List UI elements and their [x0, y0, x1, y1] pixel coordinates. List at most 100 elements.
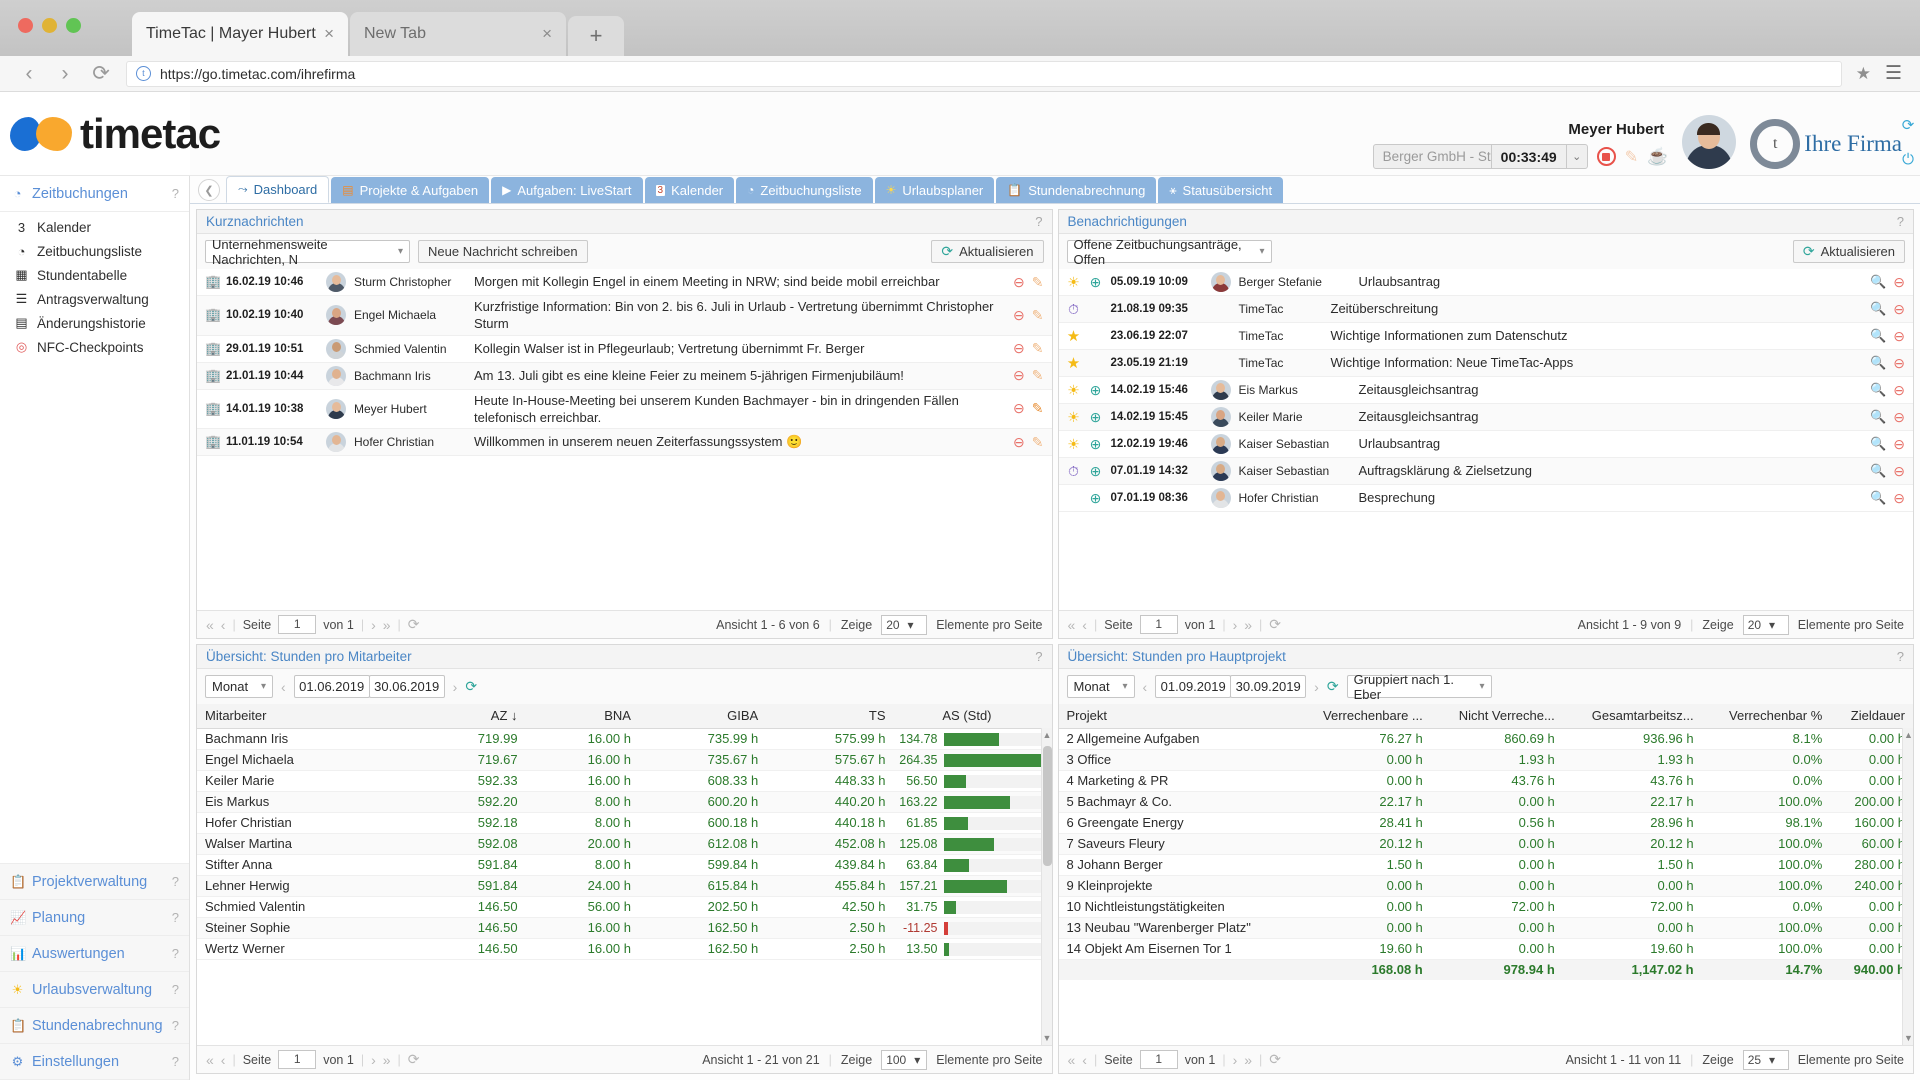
edit-icon[interactable]: ✎ — [1032, 434, 1044, 451]
list-item[interactable]: ★ 23.06.19 22:07 TimeTac Wichtige Inform… — [1058, 323, 1913, 350]
prev-page-icon[interactable]: ‹ — [1082, 1052, 1087, 1068]
chevron-down-icon[interactable]: ⌄ — [1565, 145, 1587, 168]
tab-dashboard[interactable]: ⤳ Dashboard — [226, 176, 330, 203]
per-page-select[interactable]: 100 ▾ — [881, 1049, 928, 1070]
first-page-icon[interactable]: « — [1068, 617, 1076, 633]
avatar[interactable] — [1682, 115, 1737, 169]
col-verrechenbare[interactable]: Verrechenbare ... — [1294, 704, 1431, 729]
list-item[interactable]: ☀ ⊕ 05.09.19 10:09 Berger Stefanie Urlau… — [1058, 269, 1913, 296]
col-projekt[interactable]: Projekt — [1058, 704, 1295, 729]
delete-icon[interactable]: ⊖ — [1893, 274, 1905, 291]
edit-timer-icon[interactable]: ✎ — [1625, 147, 1638, 167]
help-icon[interactable]: ? — [172, 910, 179, 925]
prev-page-icon[interactable]: ‹ — [221, 1052, 226, 1068]
list-item[interactable]: ☀ ⊕ 12.02.19 19:46 Kaiser Sebastian Urla… — [1058, 431, 1913, 458]
new-tab-button[interactable]: + — [568, 16, 624, 56]
last-page-icon[interactable]: » — [1244, 1052, 1252, 1068]
refresh-messages-button[interactable]: ⟳ Aktualisieren — [931, 240, 1044, 263]
delete-icon[interactable]: ⊖ — [1893, 463, 1905, 480]
next-period-icon[interactable]: › — [1314, 679, 1319, 695]
help-icon[interactable]: ? — [172, 1018, 179, 1033]
collapse-sidebar-button[interactable]: ❮ — [198, 179, 220, 201]
sidebar-item-zeitbuchungsliste[interactable]: ◔ Zeitbuchungsliste — [0, 239, 189, 263]
search-icon[interactable]: 🔍 — [1870, 355, 1886, 372]
forward-icon[interactable]: › — [54, 62, 76, 86]
table-row[interactable]: 8 Johann Berger 1.50 h 0.00 h 1.50 h 100.0% 2… — [1058, 854, 1913, 876]
col-gesamtarbeitszeit[interactable]: Gesamtarbeitsz... — [1562, 704, 1702, 729]
refresh-icon[interactable]: ⟳ — [1902, 116, 1915, 134]
table-row[interactable]: Walser Martina 592.08 20.00 h 612.08 h 452.0… — [197, 833, 1052, 855]
help-icon[interactable]: ? — [172, 946, 179, 961]
bookmark-star-icon[interactable]: ★ — [1856, 64, 1871, 84]
delete-icon[interactable]: ⊖ — [1893, 355, 1905, 372]
sidebar-item-stundentabelle[interactable]: ▦ Stundentabelle — [0, 263, 189, 287]
table-row[interactable]: Hofer Christian 592.18 8.00 h 600.18 h 440.1… — [197, 812, 1052, 834]
prev-period-icon[interactable]: ‹ — [1143, 679, 1148, 695]
col-verrechenbar-prozent[interactable]: Verrechenbar % — [1701, 704, 1831, 729]
edit-icon[interactable]: ✎ — [1032, 400, 1044, 417]
help-icon[interactable]: ? — [1035, 214, 1042, 229]
scroll-down-icon[interactable]: ▼ — [1904, 1033, 1913, 1043]
last-page-icon[interactable]: » — [383, 1052, 391, 1068]
sidebar-group-zeitbuchungen[interactable]: ◔ Zeitbuchungen ? — [0, 176, 189, 212]
maximize-window-button[interactable] — [66, 18, 81, 33]
next-page-icon[interactable]: › — [371, 617, 376, 633]
minimize-window-button[interactable] — [42, 18, 57, 33]
col-ts[interactable]: TS — [766, 704, 894, 729]
list-item[interactable]: 🏢 14.01.19 10:38 Meyer Hubert Heute In-H… — [197, 390, 1052, 430]
refresh-icon[interactable]: ⟳ — [408, 1051, 420, 1068]
search-icon[interactable]: 🔍 — [1870, 328, 1886, 345]
delete-icon[interactable]: ⊖ — [1013, 400, 1025, 417]
table-row[interactable]: 13 Neubau "Warenberger Platz" 0.00 h 0.00 … — [1058, 917, 1913, 939]
col-mitarbeiter[interactable]: Mitarbeiter — [197, 704, 420, 729]
per-page-select[interactable]: 25 ▾ — [1742, 1049, 1789, 1070]
search-icon[interactable]: 🔍 — [1870, 463, 1886, 480]
sidebar-item-aenderungshistorie[interactable]: ▤ Änderungshistorie — [0, 311, 189, 335]
first-page-icon[interactable]: « — [206, 1052, 214, 1068]
tab-kalender[interactable]: 3 Kalender — [644, 177, 735, 203]
search-icon[interactable]: 🔍 — [1870, 436, 1886, 453]
help-icon[interactable]: ? — [172, 1054, 179, 1069]
sidebar-group-stundenabrechnung[interactable]: 📋 Stundenabrechnung ? — [0, 1008, 189, 1044]
date-from-input[interactable]: 01.06.2019 — [293, 675, 370, 698]
break-icon[interactable]: ☕ — [1647, 147, 1668, 167]
message-filter-select[interactable]: Unternehmensweite Nachrichten, N ▾ — [205, 237, 410, 267]
edit-icon[interactable]: ✎ — [1032, 274, 1044, 291]
table-row[interactable]: Bachmann Iris 719.99 16.00 h 735.99 h 575.99… — [197, 728, 1052, 750]
scroll-up-icon[interactable]: ▲ — [1043, 730, 1052, 740]
page-input[interactable]: 1 — [1139, 615, 1178, 634]
delete-icon[interactable]: ⊖ — [1893, 490, 1905, 507]
tab-stundenabrechnung[interactable]: 📋 Stundenabrechnung — [996, 177, 1157, 203]
refresh-icon[interactable]: ⟳ — [1327, 678, 1339, 695]
add-icon[interactable]: ⊕ — [1089, 409, 1103, 426]
sidebar-group-projektverwaltung[interactable]: 📋 Projektverwaltung ? — [0, 864, 189, 900]
delete-icon[interactable]: ⊖ — [1893, 382, 1905, 399]
date-to-input[interactable]: 30.09.2019 — [1230, 675, 1307, 698]
period-select[interactable]: Monat ▾ — [205, 675, 273, 698]
notification-filter-select[interactable]: Offene Zeitbuchungsanträge, Offen ▾ — [1066, 237, 1272, 267]
list-item[interactable]: ⊕ 07.01.19 08:36 Hofer Christian Besprec… — [1058, 485, 1913, 512]
col-zieldauer[interactable]: Zieldauer — [1830, 704, 1913, 729]
scrollbar[interactable]: ▲ ▼ — [1040, 728, 1052, 1045]
list-item[interactable]: 🏢 16.02.19 10:46 Sturm Christopher Morge… — [197, 269, 1052, 296]
page-input[interactable]: 1 — [1139, 1050, 1178, 1069]
list-item[interactable]: ★ 23.05.19 21:19 TimeTac Wichtige Inform… — [1058, 350, 1913, 377]
stop-timer-button[interactable] — [1596, 147, 1616, 166]
help-icon[interactable]: ? — [172, 186, 179, 201]
delete-icon[interactable]: ⊖ — [1013, 307, 1025, 324]
edit-icon[interactable]: ✎ — [1032, 367, 1044, 384]
last-page-icon[interactable]: » — [1244, 617, 1252, 633]
close-icon[interactable]: × — [542, 24, 552, 44]
first-page-icon[interactable]: « — [1068, 1052, 1076, 1068]
col-as[interactable]: AS (Std) — [893, 704, 1052, 729]
next-page-icon[interactable]: › — [1233, 617, 1238, 633]
page-input[interactable]: 1 — [278, 615, 317, 634]
new-message-button[interactable]: Neue Nachricht schreiben — [418, 240, 588, 263]
table-row[interactable]: 10 Nichtleistungstätigkeiten 0.00 h 72.00 … — [1058, 896, 1913, 918]
delete-icon[interactable]: ⊖ — [1893, 301, 1905, 318]
refresh-icon[interactable]: ⟳ — [465, 678, 477, 695]
list-item[interactable]: 🏢 10.02.19 10:40 Engel Michaela Kurzfris… — [197, 296, 1052, 336]
table-row[interactable]: 7 Saveurs Fleury 20.12 h 0.00 h 20.12 h 100.… — [1058, 833, 1913, 855]
scrollbar-thumb[interactable] — [1042, 746, 1052, 866]
prev-page-icon[interactable]: ‹ — [221, 617, 226, 633]
